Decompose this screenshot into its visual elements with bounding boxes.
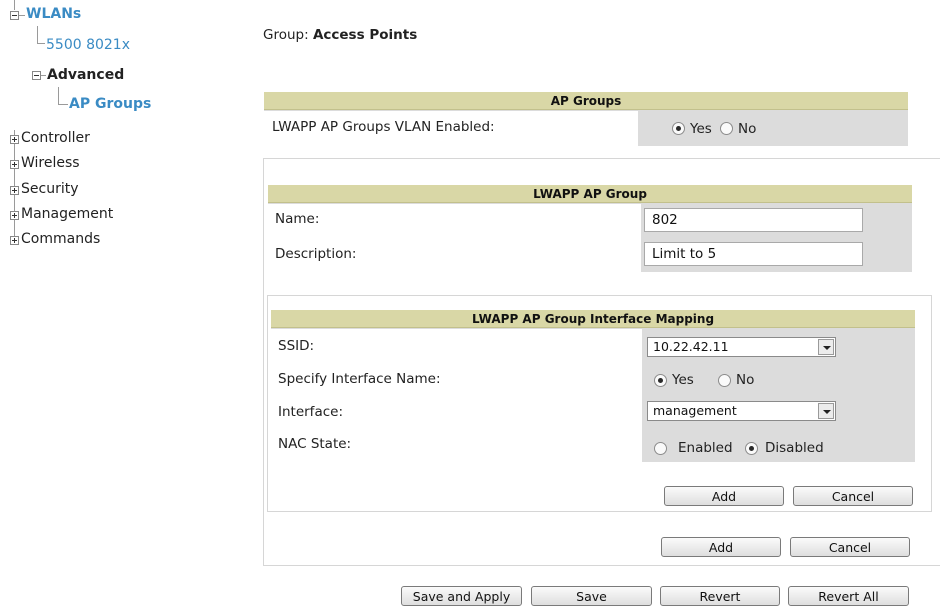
specify-interface-no-radio[interactable] (718, 374, 731, 387)
vlan-enabled-no-radio[interactable] (720, 122, 733, 135)
groups-vlan-enabled-label: LWAPP AP Groups VLAN Enabled: (272, 119, 495, 135)
description-label: Description: (275, 246, 357, 262)
tree-connector (14, 0, 15, 10)
tree-item-advanced[interactable]: Advanced (47, 67, 124, 83)
ap-groups-header: AP Groups (264, 92, 908, 110)
tree-item-commands[interactable]: Commands (21, 231, 100, 247)
specify-interface-yes-radio[interactable] (654, 374, 667, 387)
lwapp-ap-group-header: LWAPP AP Group (268, 185, 912, 203)
group-cancel-button[interactable]: Cancel (790, 537, 910, 557)
chevron-down-icon[interactable] (818, 339, 834, 355)
expand-icon[interactable] (10, 236, 19, 245)
nac-state-label: NAC State: (278, 436, 352, 452)
chevron-down-icon[interactable] (818, 403, 834, 419)
vlan-enabled-no-label: No (738, 121, 757, 137)
interface-label: Interface: (278, 404, 343, 420)
expand-icon[interactable] (10, 135, 19, 144)
specify-interface-name-label: Specify Interface Name: (278, 371, 441, 387)
ap-groups-box: AP Groups LWAPP AP Groups VLAN Enabled: … (264, 92, 908, 146)
nac-disabled-label: Disabled (765, 440, 824, 456)
ssid-select-value: 10.22.42.11 (653, 339, 729, 354)
vlan-enabled-yes-label: Yes (690, 121, 712, 137)
tree-item-controller[interactable]: Controller (21, 130, 90, 146)
interface-select[interactable]: management (647, 401, 836, 421)
interface-select-value: management (653, 403, 737, 418)
ssid-label: SSID: (278, 338, 315, 354)
specify-interface-no-label: No (736, 372, 755, 388)
interface-mapping-header: LWAPP AP Group Interface Mapping (271, 310, 915, 328)
tree-connector (37, 26, 45, 44)
lwapp-ap-group-box: LWAPP AP Group Name: Description: (268, 185, 912, 272)
revert-all-button[interactable]: Revert All (788, 586, 909, 606)
expand-icon[interactable] (10, 186, 19, 195)
description-input[interactable] (644, 242, 863, 266)
save-and-apply-button[interactable]: Save and Apply (401, 586, 522, 606)
group-add-button[interactable]: Add (661, 537, 781, 557)
specify-interface-yes-label: Yes (672, 372, 694, 388)
tree-item-ap-groups[interactable]: AP Groups (69, 96, 151, 112)
ssid-select[interactable]: 10.22.42.11 (647, 337, 836, 357)
group-name: Access Points (312, 27, 418, 43)
name-label: Name: (275, 211, 320, 227)
group-prefix: Group: (263, 27, 309, 43)
save-button[interactable]: Save (531, 586, 652, 606)
mapping-cancel-button[interactable]: Cancel (793, 486, 913, 506)
tree-connector (58, 87, 68, 105)
tree-item-wlans[interactable]: WLANs (26, 6, 81, 22)
expand-icon[interactable] (10, 160, 19, 169)
name-input[interactable] (644, 208, 863, 232)
mapping-add-button[interactable]: Add (664, 486, 784, 506)
nac-disabled-radio[interactable] (745, 442, 758, 455)
collapse-icon[interactable] (32, 71, 41, 80)
tree-item-5500-8021x[interactable]: 5500 8021x (46, 37, 130, 53)
tree-connector (19, 15, 25, 16)
tree-item-management[interactable]: Management (21, 206, 113, 222)
expand-icon[interactable] (10, 211, 19, 220)
nac-enabled-label: Enabled (678, 440, 733, 456)
collapse-icon[interactable] (10, 11, 19, 20)
interface-mapping-box: LWAPP AP Group Interface Mapping SSID: 1… (271, 310, 915, 462)
tree-item-wireless[interactable]: Wireless (21, 155, 80, 171)
tree-connector (41, 75, 46, 76)
group-title: Group: Access Points (263, 27, 417, 43)
vlan-enabled-yes-radio[interactable] (672, 122, 685, 135)
revert-button[interactable]: Revert (660, 586, 780, 606)
nac-enabled-radio[interactable] (654, 442, 667, 455)
tree-item-security[interactable]: Security (21, 181, 79, 197)
